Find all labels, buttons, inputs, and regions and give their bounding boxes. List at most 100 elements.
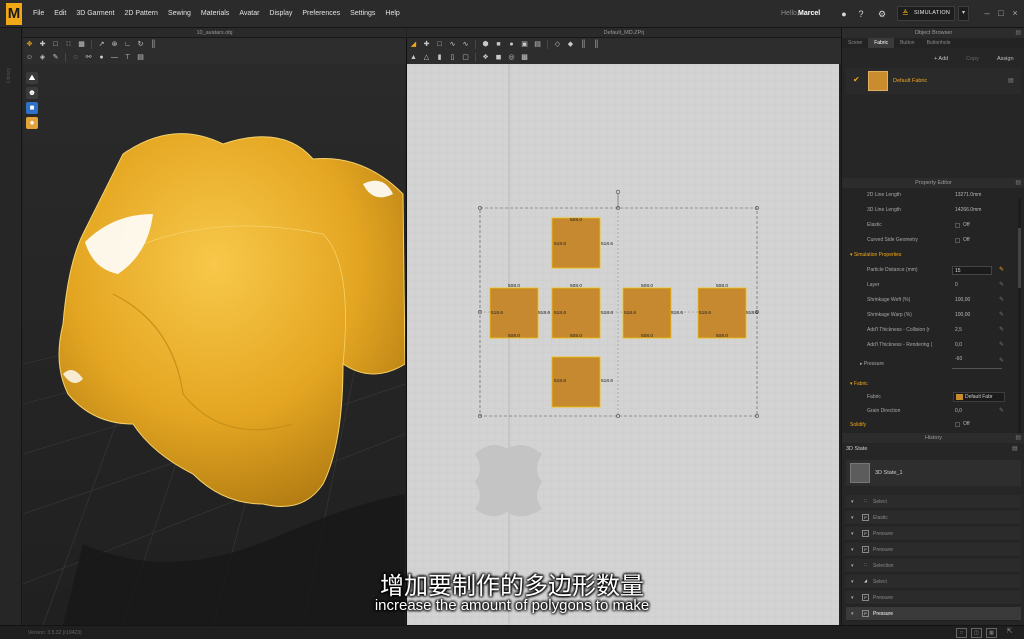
garment-icon[interactable]: ☺ [23, 52, 36, 64]
line-icon[interactable]: — [108, 52, 121, 64]
history-row[interactable]: ▾ P Pressure [846, 543, 1021, 557]
section-simulation-properties[interactable]: ▾ Simulation Properties [850, 249, 901, 261]
circle-icon[interactable]: ● [505, 39, 518, 51]
simulation-button[interactable]: ≜ SIMULATION [897, 6, 955, 21]
panel-menu-icon[interactable]: ▤ [1015, 433, 1021, 443]
history-row[interactable]: ▾ ∷ Select [846, 495, 1021, 509]
particle-distance-input[interactable]: 15 [952, 266, 992, 275]
fold-line-icon[interactable]: ║ [590, 39, 603, 51]
transform-icon[interactable]: ✚ [36, 39, 49, 51]
section-fabric[interactable]: ▾ Fabric [850, 378, 868, 390]
pleat-icon[interactable]: ║ [577, 39, 590, 51]
tab-buttonhole[interactable]: Buttonhole [921, 38, 957, 48]
check-sewing-icon[interactable]: ▢ [459, 52, 472, 64]
layout-single-icon[interactable]: □ [956, 628, 967, 638]
menu-display[interactable]: Display [264, 0, 297, 28]
gear-icon[interactable]: ⚙ [876, 8, 888, 20]
fabric-select[interactable]: Default Fabr [953, 392, 1005, 402]
pin-icon[interactable]: ⊛ [108, 39, 121, 51]
multi-sew-icon[interactable]: ▮ [433, 52, 446, 64]
edit-icon[interactable]: ✎ [999, 263, 1004, 278]
fullscreen-icon[interactable]: ⇱ [1004, 628, 1015, 638]
edit-pattern-icon[interactable]: ◢ [407, 39, 420, 51]
panel-menu-icon[interactable]: ▤ [1015, 178, 1021, 188]
button-icon[interactable]: ◎ [505, 52, 518, 64]
history-row[interactable]: ▾ P Pressure [846, 591, 1021, 605]
stitch-icon[interactable]: ⚯ [82, 52, 95, 64]
zipper-icon[interactable]: ▩ [518, 52, 531, 64]
add-fabric-button[interactable]: + Add [934, 54, 948, 65]
edit-icon[interactable]: ✎ [999, 404, 1004, 419]
dart-icon[interactable]: ◇ [551, 39, 564, 51]
prop-value[interactable]: 0,0 [955, 404, 962, 419]
history-row-active[interactable]: ▾ P Pressure [846, 607, 1021, 621]
edit-icon[interactable]: ✎ [999, 323, 1004, 338]
column-icon[interactable]: ║ [147, 39, 160, 51]
segment-sew-icon[interactable]: ▲ [407, 52, 420, 64]
user-icon[interactable]: ● [838, 8, 850, 20]
move-tool-icon[interactable]: ✥ [23, 39, 36, 51]
brush-icon[interactable]: ✎ [49, 52, 62, 64]
tack-icon[interactable]: ↗ [95, 39, 108, 51]
fabric-list-item[interactable]: ✔ Default Fabric ▤ [846, 68, 1021, 94]
menu-settings[interactable]: Settings [345, 0, 380, 28]
graphic-icon[interactable]: ◼ [492, 52, 505, 64]
elastic-checkbox[interactable] [955, 223, 960, 228]
menu-file[interactable]: File [28, 0, 49, 28]
menu-avatar[interactable]: Avatar [234, 0, 264, 28]
point-icon[interactable]: ● [95, 52, 108, 64]
solidify-checkbox[interactable] [955, 422, 960, 427]
tab-scene[interactable]: Scene [842, 38, 868, 48]
lock-icon[interactable]: ▤ [1008, 77, 1014, 84]
layout-2d-icon[interactable]: ▦ [986, 628, 997, 638]
scrollbar-thumb[interactable] [1018, 228, 1021, 288]
history-row[interactable]: ▾ P Elastic [846, 511, 1021, 525]
minimize-icon[interactable]: – [982, 8, 992, 18]
shirt-icon[interactable]: ⛰ [26, 72, 38, 84]
skin-icon[interactable]: ● [26, 117, 38, 129]
texture-edit-icon[interactable]: ❖ [479, 52, 492, 64]
history-row[interactable]: ▾ ∷ Selection [846, 559, 1021, 573]
layout-split-icon[interactable]: ◫ [971, 628, 982, 638]
history-state-item[interactable]: 3D State_1 [846, 460, 1021, 486]
tab-fabric[interactable]: Fabric [868, 38, 895, 48]
viewport-3d[interactable] [23, 64, 405, 625]
edit-icon[interactable]: ✎ [999, 338, 1004, 353]
polygon-icon[interactable]: ⬢ [479, 39, 492, 51]
prop-value[interactable]: 100,00 [955, 308, 970, 323]
section-solidify[interactable]: Solidify [850, 419, 866, 431]
transform-pattern-icon[interactable]: ✚ [420, 39, 433, 51]
edit-icon[interactable]: ✎ [999, 293, 1004, 308]
select-mesh-icon[interactable]: □ [49, 39, 62, 51]
username[interactable]: Marcel [798, 0, 820, 28]
edit-icon[interactable]: ✎ [999, 278, 1004, 293]
tab-button[interactable]: Button [894, 38, 920, 48]
free-sew-icon[interactable]: △ [420, 52, 433, 64]
texture-icon[interactable]: ■ [26, 102, 38, 114]
menu-materials[interactable]: Materials [196, 0, 234, 28]
menu-sewing[interactable]: Sewing [163, 0, 196, 28]
prop-value[interactable]: 0,0 [955, 338, 962, 353]
edit-icon[interactable]: ✎ [999, 354, 1004, 369]
rectangle-icon[interactable]: ■ [492, 39, 505, 51]
seam-icon[interactable]: ◌ [69, 52, 82, 64]
fit-icon[interactable]: ◈ [36, 52, 49, 64]
copy-fabric-button[interactable]: Copy [966, 54, 979, 65]
prop-value[interactable]: -60 [955, 352, 962, 367]
menu-2d-pattern[interactable]: 2D Pattern [119, 0, 162, 28]
property-scrollbar[interactable] [1018, 198, 1021, 438]
assign-fabric-button[interactable]: Assign [997, 54, 1014, 65]
edit-curve-icon[interactable]: ∿ [446, 39, 459, 51]
trace-icon[interactable]: ◆ [564, 39, 577, 51]
layers-icon[interactable]: ▤ [134, 52, 147, 64]
select-points-icon[interactable]: ∷ [62, 39, 75, 51]
prop-value[interactable]: 0 [955, 278, 958, 293]
pressure-slider[interactable] [952, 368, 1002, 369]
curve-point-icon[interactable]: ∿ [459, 39, 472, 51]
internal-polygon-icon[interactable]: ▣ [518, 39, 531, 51]
prop-value[interactable]: 100,00 [955, 293, 970, 308]
fold-icon[interactable]: ▦ [75, 39, 88, 51]
menu-3d-garment[interactable]: 3D Garment [71, 0, 119, 28]
menu-edit[interactable]: Edit [49, 0, 71, 28]
simulation-dropdown[interactable]: ▾ [958, 6, 969, 21]
